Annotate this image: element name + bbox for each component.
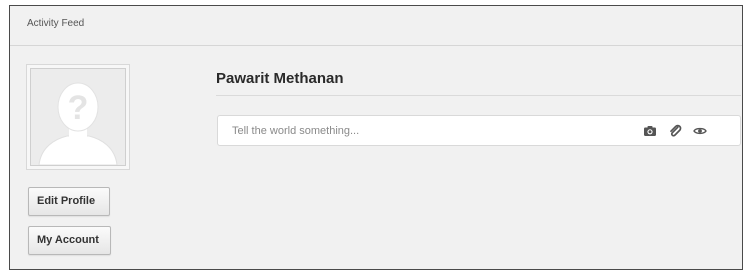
- my-account-button[interactable]: My Account: [28, 226, 111, 255]
- camera-icon[interactable]: [643, 124, 657, 138]
- activity-feed-panel: Activity Feed ? Edit Profile My Account …: [9, 5, 743, 270]
- default-user-silhouette-icon: ?: [31, 69, 125, 165]
- edit-profile-button[interactable]: Edit Profile: [28, 187, 110, 216]
- divider: [216, 95, 741, 96]
- panel-header: Activity Feed: [10, 6, 742, 46]
- profile-name: Pawarit Methanan: [216, 70, 344, 87]
- avatar: ?: [30, 68, 126, 166]
- eye-icon[interactable]: [693, 124, 707, 138]
- status-input[interactable]: [232, 122, 612, 140]
- status-composer: [217, 115, 741, 146]
- svg-text:?: ?: [68, 89, 89, 127]
- attachment-icon[interactable]: [668, 124, 682, 138]
- panel-title: Activity Feed: [27, 18, 85, 29]
